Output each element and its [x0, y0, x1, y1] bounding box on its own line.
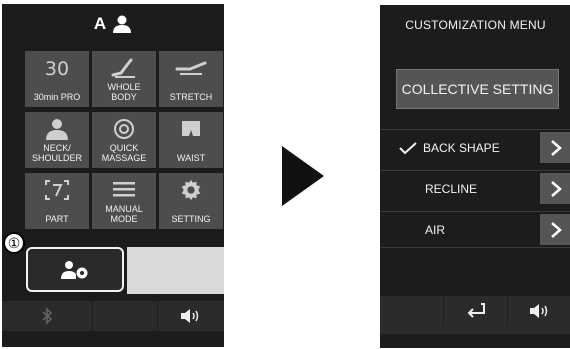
tile-label: STRETCH [169, 92, 213, 102]
tile-label: QUICK MASSAGE [101, 143, 147, 163]
30-timer-icon: 30 [25, 57, 89, 79]
chevron-right-icon [550, 139, 562, 156]
tile-label: NECK/ SHOULDER [31, 143, 82, 163]
menu-item-recline[interactable]: RECLINE [380, 170, 570, 206]
speaker-icon [181, 309, 199, 323]
tile-waist[interactable]: WAIST [159, 112, 223, 168]
tile-setting[interactable]: SETTING [159, 173, 223, 229]
tile-stretch[interactable]: STRETCH [159, 51, 223, 107]
user-header: A [2, 4, 224, 44]
bluetooth-button[interactable] [2, 301, 93, 331]
tile-30min-pro[interactable]: 30 30min PRO [25, 51, 89, 107]
callout-number: ① [3, 232, 25, 254]
part-icon [25, 179, 89, 201]
back-button[interactable] [444, 296, 508, 326]
tile-label: WAIST [176, 153, 206, 163]
user-settings-icon [61, 260, 88, 279]
bottom-bar [2, 301, 224, 331]
collective-setting-button[interactable]: COLLECTIVE SETTING [396, 69, 559, 109]
chevron-right-button[interactable] [540, 173, 570, 204]
right-arrow-icon [282, 146, 324, 206]
user-icon [113, 15, 132, 33]
chevron-right-icon [550, 221, 562, 238]
empty-area [127, 247, 224, 294]
tile-label: PART [45, 214, 69, 224]
tile-label: MANUAL MODE [105, 204, 143, 224]
volume-button[interactable] [158, 301, 224, 331]
menu-item-label-wrap: AIR [380, 212, 535, 247]
chevron-right-button[interactable] [540, 132, 570, 163]
bottom-empty-cell [380, 296, 444, 326]
tile-quick-massage[interactable]: QUICK MASSAGE [92, 112, 156, 168]
manual-mode-icon [92, 179, 156, 201]
user-label: A [93, 14, 107, 33]
speaker-icon [529, 304, 547, 318]
return-icon [467, 303, 485, 318]
svg-text:30: 30 [45, 58, 69, 79]
bottom-empty-cell [93, 301, 158, 331]
waist-icon [159, 118, 223, 140]
customization-menu-screen: CUSTOMIZATION MENU COLLECTIVE SETTING BA… [380, 5, 570, 348]
tile-manual-mode[interactable]: MANUAL MODE [92, 173, 156, 229]
recliner-icon [92, 57, 156, 79]
tile-neck-shoulder[interactable]: NECK/ SHOULDER [25, 112, 89, 168]
chevron-right-icon [550, 180, 562, 197]
gear-icon [159, 179, 223, 201]
tile-label: SETTING [171, 214, 211, 224]
tile-label: 30min PRO [33, 92, 81, 102]
menu-item-label-wrap: RECLINE [380, 171, 535, 206]
neck-shoulder-icon [25, 118, 89, 140]
volume-button[interactable] [508, 296, 570, 326]
tile-label: WHOLE BODY [107, 82, 141, 102]
bottom-bar [380, 296, 570, 334]
quick-massage-icon [92, 118, 156, 140]
menu-item-air[interactable]: AIR [380, 211, 570, 248]
bluetooth-icon [42, 307, 53, 325]
menu-item-label: AIR [425, 222, 446, 237]
menu-item-back-shape[interactable]: BACK SHAPE [380, 129, 570, 165]
screen-title: CUSTOMIZATION MENU [405, 18, 546, 32]
checkmark-icon [399, 141, 417, 154]
menu-item-label: RECLINE [425, 181, 478, 196]
customization-menu-button[interactable] [26, 247, 124, 292]
tile-part[interactable]: PART [25, 173, 89, 229]
main-menu-screen: A 30 30min PRO WHOLE BODY STRETCH NECK/ … [2, 4, 224, 347]
menu-item-label: BACK SHAPE [423, 140, 500, 155]
menu-item-label-wrap: BACK SHAPE [380, 130, 535, 165]
chevron-right-button[interactable] [540, 214, 570, 245]
tile-whole-body[interactable]: WHOLE BODY [92, 51, 156, 107]
stretch-icon [159, 57, 223, 79]
